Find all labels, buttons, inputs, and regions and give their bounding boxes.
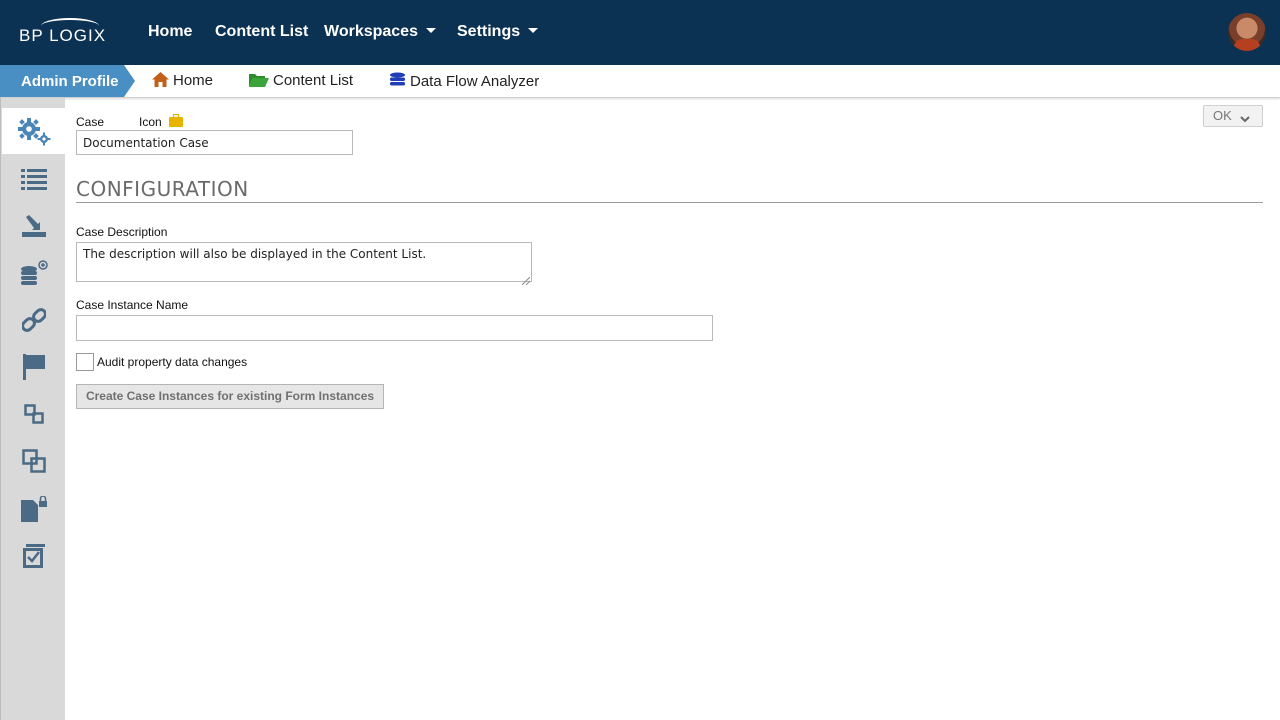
shortcut-home[interactable]: Home — [152, 72, 213, 91]
sidebar-item-transfer[interactable] — [2, 391, 66, 437]
avatar-shirt — [1234, 39, 1260, 51]
shortcut-data-flow-analyzer-label: Data Flow Analyzer — [410, 73, 540, 90]
nav-content-list[interactable]: Content List — [215, 23, 308, 41]
top-navbar: BP LOGIX Home Content List Workspaces Se… — [0, 0, 1280, 65]
case-description-textarea[interactable]: The description will also be displayed i… — [76, 242, 532, 282]
bp-logix-logo[interactable]: BP LOGIX — [19, 18, 109, 48]
sidebar-item-import[interactable] — [2, 203, 66, 249]
nav-settings[interactable]: Settings — [457, 23, 539, 41]
gear-icon — [17, 116, 51, 146]
shortcut-data-flow-analyzer[interactable]: Data Flow Analyzer — [389, 72, 539, 92]
nav-settings-label: Settings — [457, 23, 521, 40]
link-icon — [22, 308, 46, 332]
nav-home[interactable]: Home — [148, 23, 192, 41]
audit-checkbox[interactable] — [76, 353, 94, 371]
sidebar-item-security[interactable] — [2, 486, 66, 532]
case-description-label: Case Description — [76, 225, 168, 239]
section-title-configuration: CONFIGURATION — [76, 177, 249, 201]
download-tray-icon — [22, 215, 46, 237]
list-icon — [21, 168, 47, 190]
sidebar-item-milestones[interactable] — [2, 344, 66, 390]
breadcrumb-bar: Admin Profile Home Content List Data Flo… — [0, 65, 1280, 98]
shortcut-content-list[interactable]: Content List — [249, 72, 353, 91]
user-avatar[interactable] — [1228, 13, 1266, 51]
sidebar-item-database[interactable] — [2, 250, 66, 296]
nav-workspaces[interactable]: Workspaces — [324, 23, 436, 41]
logo-text: BP LOGIX — [19, 26, 107, 45]
database-stack-icon — [389, 72, 406, 92]
shortcut-home-label: Home — [173, 72, 214, 89]
admin-profile-arrow — [124, 65, 135, 97]
main-content: Case Icon Documentation Case CONFIGURATI… — [65, 98, 1280, 720]
section-divider — [76, 202, 1263, 203]
ok-button-label: OK — [1213, 108, 1232, 123]
transfer-icon — [24, 404, 44, 424]
case-instance-name-label: Case Instance Name — [76, 298, 189, 312]
sidebar-item-copy[interactable] — [2, 438, 66, 484]
case-name-input[interactable]: Documentation Case — [76, 130, 353, 155]
icon-label: Icon — [139, 115, 162, 129]
sidebar-item-tasks[interactable] — [2, 533, 66, 579]
sidebar-item-links[interactable] — [2, 297, 66, 343]
nav-workspaces-label: Workspaces — [324, 23, 418, 40]
database-add-icon — [20, 260, 48, 286]
audit-checkbox-label: Audit property data changes — [97, 355, 248, 369]
create-case-instances-button[interactable]: Create Case Instances for existing Form … — [76, 384, 384, 409]
admin-profile-label: Admin Profile — [0, 65, 124, 97]
copy-icon — [22, 449, 46, 473]
folder-open-icon — [249, 72, 269, 91]
admin-profile-tab[interactable]: Admin Profile — [0, 65, 136, 97]
sidebar-item-list[interactable] — [2, 156, 66, 202]
locked-document-icon — [21, 496, 47, 522]
flag-icon — [23, 354, 45, 380]
shortcut-content-list-label: Content List — [273, 72, 354, 89]
case-instance-name-input[interactable] — [76, 315, 713, 341]
chevron-down-icon — [528, 28, 539, 34]
left-sidebar — [0, 98, 66, 720]
textarea-resize-grip[interactable] — [521, 272, 531, 290]
sidebar-item-settings[interactable] — [2, 108, 66, 154]
ok-button[interactable]: OK — [1203, 105, 1263, 127]
case-label: Case — [76, 115, 105, 129]
chevron-down-icon — [1240, 111, 1250, 126]
home-icon — [152, 72, 169, 91]
checkbox-icon — [23, 544, 45, 568]
chevron-down-icon — [425, 28, 436, 34]
